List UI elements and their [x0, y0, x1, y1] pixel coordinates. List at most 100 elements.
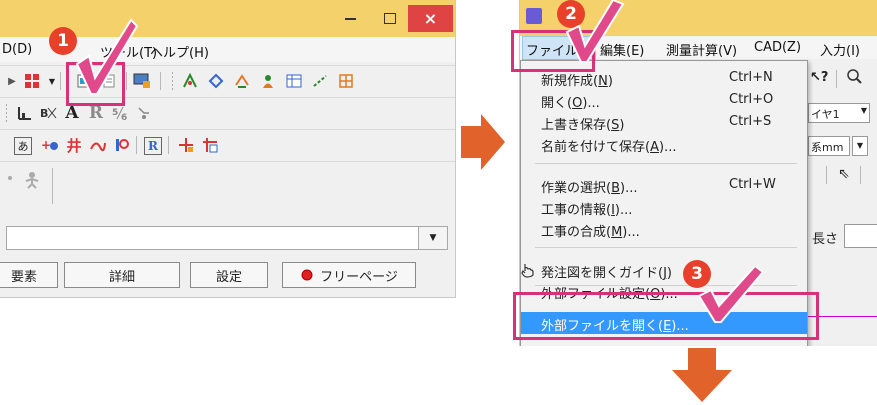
free-page-button[interactable]: フリーページ — [282, 262, 416, 288]
length-input[interactable] — [844, 224, 877, 248]
svg-text:6: 6 — [121, 113, 127, 121]
menu-item-open-key: O — [572, 96, 583, 111]
menu-item-new-text: 新規作成( — [541, 74, 599, 89]
baseline-icon[interactable] — [14, 103, 34, 123]
settings-button[interactable]: 設定 — [190, 262, 268, 288]
step-1-checkmark-icon — [75, 18, 139, 95]
menu-item-open-guide-text: 発注図を開くガイド( — [541, 266, 664, 281]
menu-item-save-as-end: )... — [658, 140, 677, 155]
menu-item-save-as-text: 名前を付けて保存( — [541, 140, 651, 155]
separator — [860, 166, 861, 184]
cursor-tool-icon[interactable]: ⇖ — [838, 166, 850, 182]
draw-tool-icon[interactable] — [180, 71, 200, 91]
layer-combo-arrow-icon: ▼ — [860, 106, 867, 115]
detail-button[interactable]: 詳細 — [64, 262, 180, 288]
arrow-right-icon — [461, 114, 505, 170]
step-3-highlight — [513, 292, 819, 340]
dimension-icon[interactable]: B — [38, 103, 58, 123]
menu-help[interactable]: ヘルプ(H) — [150, 42, 209, 61]
menu-item-save[interactable]: 上書き保存(S) Ctrl+S — [521, 111, 807, 133]
grip — [6, 104, 7, 122]
step-3-checkmark-icon — [697, 266, 765, 323]
figure-icon[interactable] — [22, 170, 42, 190]
detail-button-label: 詳細 — [108, 269, 135, 285]
kana-icon[interactable]: あ — [14, 137, 32, 155]
menu-item-select-work-label: 作業の選択(B)... — [541, 177, 637, 196]
grid-select-icon[interactable] — [22, 71, 42, 91]
separator — [160, 72, 161, 90]
menu-cad[interactable]: CAD(Z) — [754, 40, 801, 55]
marker-icon[interactable] — [112, 135, 132, 155]
menu-item-project-merge[interactable]: 工事の合成(M)... — [521, 218, 807, 240]
unit-combo-value: 系mm — [811, 141, 844, 154]
toolbar-row-4 — [0, 161, 455, 212]
close-icon: × — [423, 9, 438, 28]
curve-icon[interactable] — [88, 135, 108, 155]
person-tool-icon[interactable] — [258, 71, 278, 91]
boxed-r-icon[interactable]: R — [144, 137, 162, 155]
menu-item-open-text: 開く( — [541, 96, 573, 111]
grip — [172, 72, 173, 90]
menu-item-select-work-shortcut: Ctrl+W — [729, 177, 776, 192]
maximize-icon — [384, 13, 396, 24]
menu-item-save-shortcut: Ctrl+S — [729, 114, 772, 129]
menu-item-open-shortcut: Ctrl+O — [729, 92, 774, 107]
menu-item-new-end: ) — [607, 74, 613, 89]
svg-text:+: + — [41, 138, 51, 152]
diamond-tool-icon[interactable] — [206, 71, 226, 91]
menu-item-project-info[interactable]: 工事の情報(I)... — [521, 196, 807, 218]
menu-item-project-info-end: )... — [614, 203, 633, 218]
menu-input[interactable]: 入力(I) — [820, 40, 860, 59]
menu-item-select-work-end: )... — [620, 181, 638, 196]
element-button[interactable]: 要素 — [0, 262, 58, 288]
dash-tool-icon[interactable] — [310, 71, 330, 91]
menu-item-select-work[interactable]: 作業の選択(B)... Ctrl+W — [521, 174, 807, 196]
menu-item-open-end: )... — [582, 96, 600, 111]
help-pointer-icon[interactable]: ↖? — [810, 70, 828, 85]
menu-item-project-merge-text: 工事の合成( — [541, 225, 612, 240]
dropdown-arrow-icon[interactable]: ▼ — [42, 71, 62, 91]
hash-icon[interactable]: 井 — [64, 135, 84, 155]
combo-box[interactable]: ▼ — [6, 226, 448, 250]
element-button-label: 要素 — [10, 269, 37, 285]
separator — [826, 166, 827, 184]
length-label: 長さ — [812, 232, 839, 247]
menu-item-project-merge-label: 工事の合成(M)... — [541, 221, 640, 240]
unit-combo[interactable]: 系mm — [808, 136, 850, 156]
maximize-button[interactable] — [370, 5, 410, 32]
separator — [60, 72, 61, 90]
menu-item-open[interactable]: 開く(O)... Ctrl+O — [521, 89, 807, 111]
toolbar-row-3: あ + 井 R — [0, 129, 455, 160]
separator — [52, 168, 53, 204]
menu-separator — [535, 163, 797, 164]
table-tool-icon[interactable] — [284, 71, 304, 91]
cross-table-icon[interactable] — [200, 135, 220, 155]
zoom-icon[interactable] — [846, 68, 862, 87]
settings-button-label: 設定 — [215, 269, 242, 285]
text-r-icon[interactable]: R — [86, 103, 106, 123]
text-a-icon[interactable]: A — [62, 103, 82, 123]
text-node-icon[interactable]: + — [40, 135, 60, 155]
menu-item-new-key: N — [598, 74, 608, 89]
menu-survey[interactable]: 測量計算(V) — [666, 40, 737, 59]
close-button[interactable]: × — [408, 5, 453, 32]
minimize-button[interactable] — [330, 5, 370, 32]
grid-tool-icon[interactable] — [336, 71, 356, 91]
separator — [136, 136, 137, 154]
layer-combo-value: イヤ1 — [811, 108, 840, 121]
menu-item-save-as[interactable]: 名前を付けて保存(A)... — [521, 133, 807, 155]
layer-combo[interactable]: イヤ1 ▼ — [808, 103, 870, 123]
unit-combo-arrow-icon[interactable]: ▼ — [852, 136, 868, 156]
play-icon[interactable]: ▶ — [2, 71, 22, 91]
menu-item-project-merge-key: M — [611, 225, 623, 240]
leader-icon[interactable] — [134, 103, 154, 123]
peak-tool-icon[interactable] — [232, 71, 252, 91]
record-dot-icon — [301, 269, 313, 281]
app-icon — [526, 8, 542, 24]
cross-mark-icon[interactable] — [176, 135, 196, 155]
menu-item-save-as-key: A — [650, 140, 659, 155]
point-icon[interactable] — [2, 170, 22, 190]
combo-dropdown-icon[interactable]: ▼ — [418, 227, 447, 249]
fraction-icon[interactable]: 56 — [110, 103, 130, 123]
menu-data[interactable]: D(D) — [2, 42, 32, 57]
